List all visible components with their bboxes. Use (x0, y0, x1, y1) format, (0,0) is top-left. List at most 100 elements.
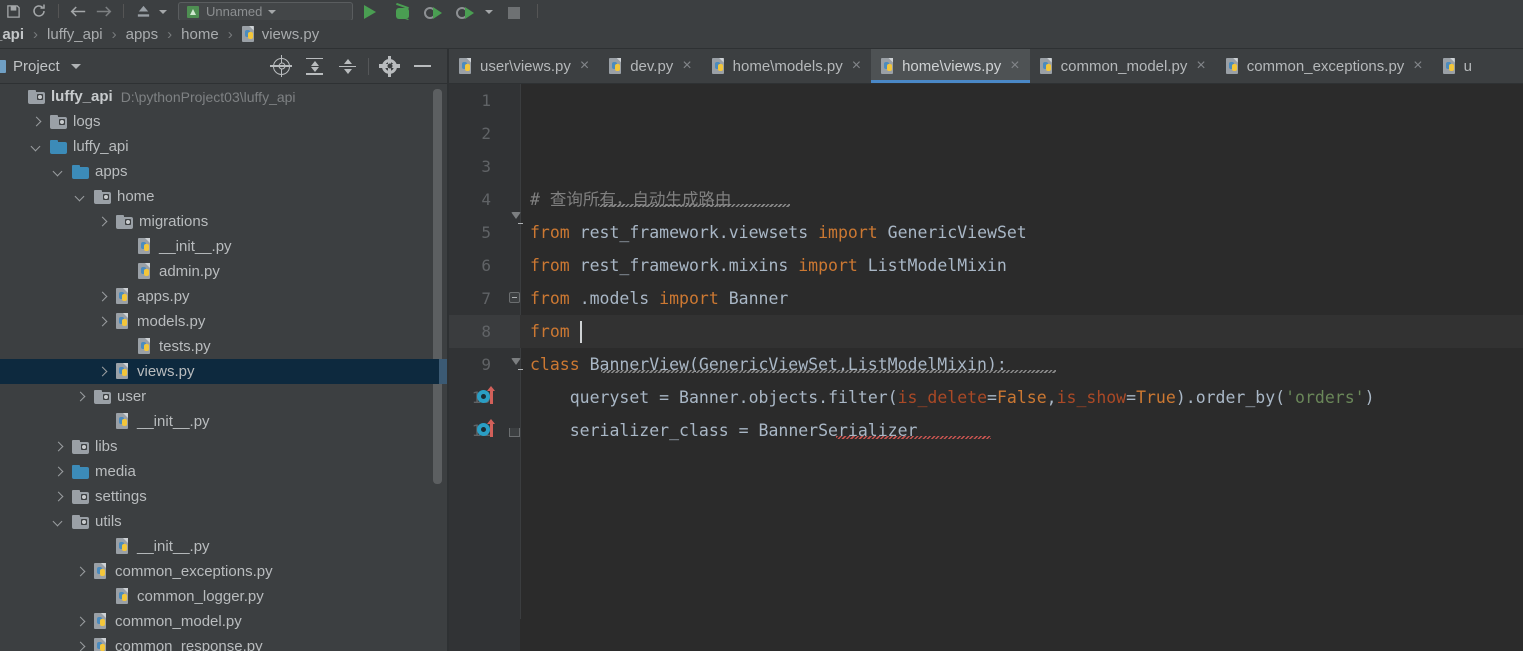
stop-button[interactable] (497, 0, 531, 20)
editor-tab-home-models-py[interactable]: home\models.py × (701, 49, 872, 83)
tree-item---init---py[interactable]: __init__.py (0, 409, 447, 434)
python-file-icon (1225, 57, 1241, 75)
chevron-right-icon[interactable] (74, 390, 87, 403)
code-line-10: queryset = Banner.objects.filter(is_dele… (569, 388, 1375, 407)
chevron-right-icon[interactable] (96, 290, 109, 303)
tree-item-common-logger-py[interactable]: common_logger.py (0, 584, 447, 609)
close-icon[interactable]: × (1010, 58, 1019, 74)
fold-marker-line9[interactable] (511, 358, 523, 371)
folder-module-icon (50, 139, 67, 154)
editor-tab-home-views-py[interactable]: home\views.py × (871, 49, 1030, 83)
expand-all-button[interactable] (298, 50, 331, 83)
close-icon[interactable]: × (682, 58, 691, 74)
tree-item-label: common_response.py (115, 638, 263, 651)
breadcrumb-item-1[interactable]: luffy_api (47, 26, 103, 43)
chevron-right-icon[interactable] (96, 365, 109, 378)
profile-button[interactable] (449, 0, 481, 20)
tree-item-user[interactable]: user (0, 384, 447, 409)
code-editor[interactable]: 1 2 3 4 # 查询所有，自动生成路由 5 from rest_framework.vi… (449, 84, 1523, 651)
tree-item-logs[interactable]: logs (0, 109, 447, 134)
fold-marker-line7[interactable] (509, 292, 520, 303)
tree-item-tests-py[interactable]: tests.py (0, 334, 447, 359)
chevron-down-icon[interactable] (74, 190, 87, 203)
tree-item-media[interactable]: media (0, 459, 447, 484)
chevron-down-icon[interactable] (52, 515, 65, 528)
tree-item-settings[interactable]: settings (0, 484, 447, 509)
tree-item-common-response-py[interactable]: common_response.py (0, 634, 447, 651)
tree-item-libs[interactable]: libs (0, 434, 447, 459)
tree-item-models-py[interactable]: models.py (0, 309, 447, 334)
project-tool-window-button[interactable]: Project (0, 58, 81, 75)
breadcrumb-file[interactable]: views.py (241, 25, 319, 43)
chevron-right-icon[interactable] (74, 565, 87, 578)
tree-item-views-py[interactable]: views.py (0, 359, 447, 384)
save-icon[interactable] (0, 0, 26, 20)
breadcrumb-separator: › (167, 25, 173, 43)
hide-panel-button[interactable] (406, 50, 439, 83)
chevron-right-icon[interactable] (52, 490, 65, 503)
tree-item---init---py[interactable]: __init__.py (0, 234, 447, 259)
chevron-right-icon[interactable] (52, 440, 65, 453)
project-panel-header: Project (0, 49, 447, 84)
tree-item-luffy-api[interactable]: luffy_api D:\pythonProject03\luffy_api (0, 84, 447, 109)
chevron-right-icon[interactable] (96, 215, 109, 228)
overrides-gutter-icon-line11[interactable] (477, 419, 501, 438)
profile-dropdown-caret-icon[interactable] (481, 0, 497, 20)
tree-item-common-model-py[interactable]: common_model.py (0, 609, 447, 634)
chevron-right-icon[interactable] (52, 465, 65, 478)
line-number: 9 (481, 355, 491, 374)
close-icon[interactable]: × (580, 58, 589, 74)
tree-item-luffy-api[interactable]: luffy_api (0, 134, 447, 159)
editor-tab-dev-py[interactable]: dev.py × (599, 49, 702, 83)
tree-item-apps[interactable]: apps (0, 159, 447, 184)
tree-item---init---py[interactable]: __init__.py (0, 534, 447, 559)
close-icon[interactable]: × (1196, 58, 1205, 74)
breadcrumb-item-0[interactable]: _api (0, 26, 24, 43)
chevron-down-icon[interactable] (52, 165, 65, 178)
chevron-down-icon[interactable] (268, 10, 277, 14)
breadcrumb-item-2[interactable]: apps (126, 26, 159, 43)
settings-button[interactable] (373, 50, 406, 83)
editor-tab-user-views-py[interactable]: user\views.py × (449, 49, 600, 83)
back-arrow-icon[interactable] (65, 0, 91, 20)
collapse-all-button[interactable] (331, 50, 364, 83)
vcs-dropdown-caret-icon[interactable] (156, 0, 170, 20)
run-configuration-selector[interactable]: Unnamed (178, 2, 353, 20)
toolbar-separator (58, 4, 59, 18)
editor-tab-u[interactable]: u (1432, 49, 1482, 83)
editor-tab-label: common_exceptions.py (1246, 57, 1405, 75)
vcs-update-icon[interactable] (130, 0, 156, 20)
tree-item-apps-py[interactable]: apps.py (0, 284, 447, 309)
line-number: 4 (481, 190, 491, 209)
tree-item-admin-py[interactable]: admin.py (0, 259, 447, 284)
editor-tab-label: dev.py (630, 57, 674, 75)
chevron-right-icon[interactable] (74, 640, 87, 651)
run-with-coverage-button[interactable] (417, 0, 449, 20)
run-button[interactable] (353, 0, 387, 20)
tree-item-label: tests.py (159, 338, 211, 355)
chevron-right-icon[interactable] (74, 615, 87, 628)
close-icon[interactable]: × (1413, 58, 1422, 74)
chevron-right-icon[interactable] (30, 115, 43, 128)
chevron-down-icon[interactable] (70, 63, 81, 69)
close-icon[interactable]: × (852, 58, 861, 74)
chevron-down-icon[interactable] (30, 140, 43, 153)
fold-marker-line5[interactable] (511, 212, 523, 225)
tree-item-utils[interactable]: utils (0, 509, 447, 534)
editor-tab-common_model-py[interactable]: common_model.py × (1029, 49, 1216, 83)
overrides-gutter-icon-line10[interactable] (477, 386, 501, 405)
forward-arrow-icon[interactable] (91, 0, 117, 20)
python-file-icon (138, 263, 153, 280)
project-tree[interactable]: luffy_api D:\pythonProject03\luffy_api log… (0, 84, 447, 651)
breadcrumb-item-3[interactable]: home (181, 26, 219, 43)
editor-tab-common_exceptions-py[interactable]: common_exceptions.py × (1215, 49, 1433, 83)
chevron-right-icon[interactable] (96, 315, 109, 328)
tree-item-home[interactable]: home (0, 184, 447, 209)
select-opened-file-button[interactable] (265, 50, 298, 83)
sync-icon[interactable] (26, 0, 52, 20)
python-file-icon (1039, 57, 1055, 75)
debug-button[interactable] (387, 0, 417, 20)
tree-item-migrations[interactable]: migrations (0, 209, 447, 234)
line-number: 8 (481, 322, 491, 341)
tree-item-common-exceptions-py[interactable]: common_exceptions.py (0, 559, 447, 584)
